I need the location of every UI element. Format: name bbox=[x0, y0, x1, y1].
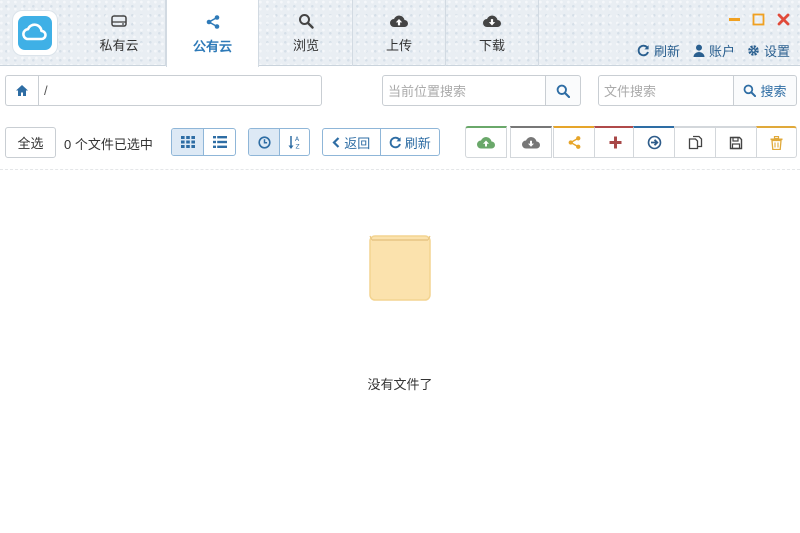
arrow-right-circle-icon bbox=[647, 135, 661, 150]
share-icon bbox=[568, 136, 580, 149]
header-account-link[interactable]: 账户 bbox=[693, 41, 735, 60]
back-button[interactable]: 返回 bbox=[323, 129, 380, 155]
delete-button[interactable] bbox=[756, 126, 797, 158]
sort-alpha-icon: A Z bbox=[288, 135, 300, 150]
toolbar-divider bbox=[0, 169, 800, 170]
app-logo bbox=[13, 11, 57, 55]
grid-view-button[interactable] bbox=[172, 129, 204, 155]
account-label: 账户 bbox=[709, 44, 736, 59]
sort-group: A Z bbox=[248, 128, 310, 156]
close-button[interactable] bbox=[776, 12, 790, 26]
location-search-button[interactable] bbox=[545, 75, 581, 106]
select-all-label: 全选 bbox=[17, 136, 44, 151]
trash-icon bbox=[770, 135, 783, 150]
clock-icon bbox=[257, 135, 271, 149]
refresh-label: 刷新 bbox=[404, 135, 431, 151]
save-button[interactable] bbox=[715, 126, 757, 158]
maximize-icon bbox=[752, 13, 764, 25]
header-refresh-link[interactable]: 刷新 bbox=[637, 41, 680, 60]
maximize-button[interactable] bbox=[751, 12, 765, 26]
user-icon bbox=[693, 44, 705, 57]
file-search-input[interactable]: 文件搜索 bbox=[598, 75, 734, 106]
download-button[interactable] bbox=[510, 126, 552, 158]
tab-browse[interactable]: 浏览 bbox=[260, 0, 353, 66]
empty-box-icon bbox=[369, 235, 431, 301]
list-icon bbox=[212, 136, 227, 148]
new-folder-button[interactable] bbox=[594, 126, 636, 158]
sort-by-name-button[interactable]: A Z bbox=[279, 129, 309, 155]
home-button[interactable] bbox=[5, 75, 38, 106]
tab-upload[interactable]: 上传 bbox=[353, 0, 446, 66]
search-button-label: 搜索 bbox=[760, 84, 787, 99]
refresh-button[interactable]: 刷新 bbox=[379, 129, 439, 155]
copy-button[interactable] bbox=[674, 126, 716, 158]
navigation-group: 返回 刷新 bbox=[322, 128, 440, 156]
copy-icon bbox=[688, 135, 702, 150]
share-icon bbox=[205, 13, 221, 31]
home-icon bbox=[16, 85, 28, 96]
search-icon bbox=[556, 84, 570, 98]
refresh-icon bbox=[389, 136, 401, 148]
tab-label: 私有云 bbox=[99, 38, 139, 53]
tab-label: 公有云 bbox=[192, 38, 232, 54]
svg-text:Z: Z bbox=[295, 143, 299, 150]
settings-label: 设置 bbox=[764, 44, 791, 59]
close-icon bbox=[777, 13, 789, 25]
location-search-input[interactable]: 当前位置搜索 bbox=[382, 75, 546, 106]
cloud-upload-icon bbox=[477, 137, 495, 149]
select-all-button[interactable]: 全选 bbox=[5, 127, 56, 158]
tab-label: 下载 bbox=[478, 38, 505, 53]
grid-icon bbox=[180, 136, 195, 148]
search-icon bbox=[298, 12, 314, 30]
chevron-left-icon bbox=[332, 136, 340, 148]
upload-button[interactable] bbox=[465, 126, 507, 158]
empty-message: 没有文件了 bbox=[367, 377, 433, 392]
plus-icon bbox=[609, 136, 621, 149]
location-search-placeholder: 当前位置搜索 bbox=[388, 84, 467, 99]
cloud-upload-icon bbox=[389, 12, 409, 30]
share-button[interactable] bbox=[553, 126, 595, 158]
selection-count: 0 个文件已选中 bbox=[64, 137, 153, 152]
current-path: / bbox=[44, 83, 48, 98]
tab-private-cloud[interactable]: 私有云 bbox=[73, 0, 166, 66]
minimize-button[interactable] bbox=[727, 12, 741, 26]
list-view-button[interactable] bbox=[203, 129, 235, 155]
hard-drive-icon bbox=[111, 12, 127, 30]
view-mode-group bbox=[171, 128, 236, 156]
tab-download[interactable]: 下载 bbox=[446, 0, 539, 66]
back-label: 返回 bbox=[344, 135, 371, 151]
tab-label: 浏览 bbox=[292, 38, 319, 53]
tab-label: 上传 bbox=[385, 38, 412, 53]
header-settings-link[interactable]: 设置 bbox=[747, 41, 790, 60]
cloud-download-icon bbox=[482, 12, 502, 30]
save-icon bbox=[729, 136, 743, 149]
minimize-icon bbox=[728, 17, 740, 21]
tab-public-cloud[interactable]: 公有云 bbox=[166, 0, 259, 67]
file-search-placeholder: 文件搜索 bbox=[604, 84, 657, 99]
file-search-button[interactable]: 搜索 bbox=[733, 75, 797, 106]
sort-by-time-button[interactable] bbox=[249, 129, 279, 155]
cloud-download-icon bbox=[522, 137, 540, 149]
svg-text:A: A bbox=[295, 136, 300, 143]
gear-icon bbox=[748, 45, 759, 56]
refresh-icon bbox=[637, 44, 649, 57]
app-header: 私有云 公有云 浏览 上传 下载 刷新 账户 设置 bbox=[0, 0, 800, 67]
move-button[interactable] bbox=[633, 126, 675, 158]
cloud-logo-icon bbox=[18, 16, 52, 50]
path-input[interactable]: / bbox=[38, 75, 322, 106]
search-icon bbox=[744, 84, 757, 97]
refresh-label: 刷新 bbox=[654, 44, 681, 59]
